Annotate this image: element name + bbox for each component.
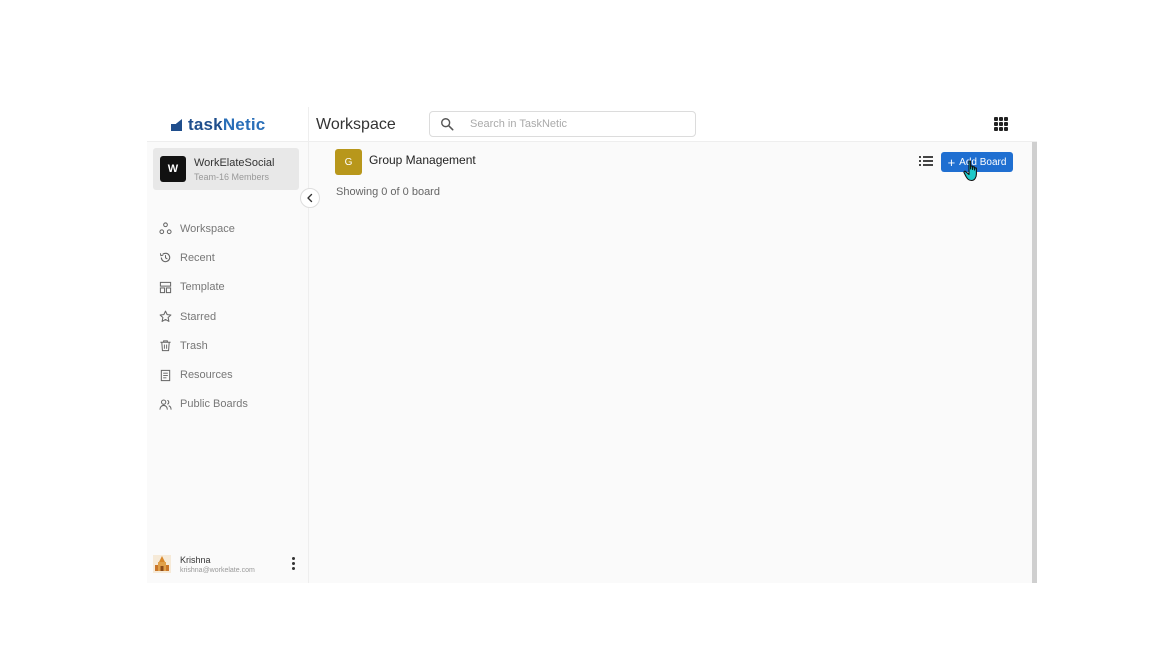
sidebar-item-trash[interactable]: Trash [159, 331, 248, 360]
search-box[interactable] [429, 111, 696, 137]
sidebar-item-label: Recent [180, 251, 215, 264]
users-icon [159, 399, 172, 410]
group-title: Group Management [369, 153, 476, 167]
logo-mark-icon [171, 119, 182, 131]
sidebar: W WorkElateSocial Team-16 Members Worksp… [147, 142, 309, 583]
sidebar-item-resources[interactable]: Resources [159, 360, 248, 389]
board-count-text: Showing 0 of 0 board [336, 186, 440, 198]
history-icon [159, 253, 171, 263]
star-icon [159, 310, 172, 322]
sidebar-item-starred[interactable]: Starred [159, 302, 248, 331]
user-info: Krishna krishna@workelate.com [180, 555, 255, 574]
plus-icon: + [947, 154, 956, 170]
workspace-icon [159, 222, 172, 235]
user-email: krishna@workelate.com [180, 566, 255, 574]
user-profile[interactable]: Krishna krishna@workelate.com [153, 550, 303, 578]
logo-text: taskNetic [188, 115, 266, 134]
team-name: WorkElateSocial [194, 156, 275, 169]
user-name: Krishna [180, 554, 211, 565]
trash-icon [160, 340, 171, 352]
sidebar-item-workspace[interactable]: Workspace [159, 214, 248, 243]
list-view-icon[interactable] [919, 155, 933, 167]
sidebar-item-label: Starred [180, 310, 217, 323]
sidebar-nav: Workspace Recent Template Starred Trash … [159, 214, 248, 419]
app-window: taskNetic Workspace W WorkElateSocial Te… [147, 107, 1037, 583]
hand-pointer-icon [963, 160, 977, 182]
team-card[interactable]: W WorkElateSocial Team-16 Members [153, 148, 299, 190]
main-content: G Group Management Showing 0 of 0 board … [309, 142, 1032, 583]
page-title: Workspace [316, 116, 396, 133]
sidebar-item-template[interactable]: Template [159, 273, 248, 302]
scrollbar[interactable] [1032, 142, 1037, 583]
team-info: WorkElateSocial Team-16 Members [194, 157, 275, 182]
search-input[interactable] [470, 118, 670, 130]
template-icon [159, 281, 172, 293]
team-avatar: W [160, 156, 186, 182]
sidebar-item-label: Resources [180, 369, 233, 382]
sidebar-item-recent[interactable]: Recent [159, 243, 248, 272]
more-options-icon[interactable] [292, 557, 295, 570]
sidebar-item-label: Workspace [180, 222, 235, 235]
sidebar-item-public-boards[interactable]: Public Boards [159, 390, 248, 419]
sidebar-item-label: Public Boards [180, 398, 248, 411]
search-icon [441, 118, 454, 131]
document-icon [160, 369, 171, 381]
avatar [153, 555, 171, 573]
top-bar: taskNetic Workspace [147, 107, 1037, 142]
collapse-sidebar-button[interactable] [300, 188, 320, 208]
apps-grid-icon[interactable] [994, 117, 1008, 131]
topbar-divider [308, 107, 309, 142]
team-members: Team-16 Members [194, 171, 270, 182]
sidebar-item-label: Template [180, 281, 225, 294]
sidebar-item-label: Trash [180, 339, 208, 352]
group-avatar: G [335, 149, 362, 175]
chevron-left-icon [307, 193, 313, 203]
app-logo[interactable]: taskNetic [171, 115, 265, 135]
